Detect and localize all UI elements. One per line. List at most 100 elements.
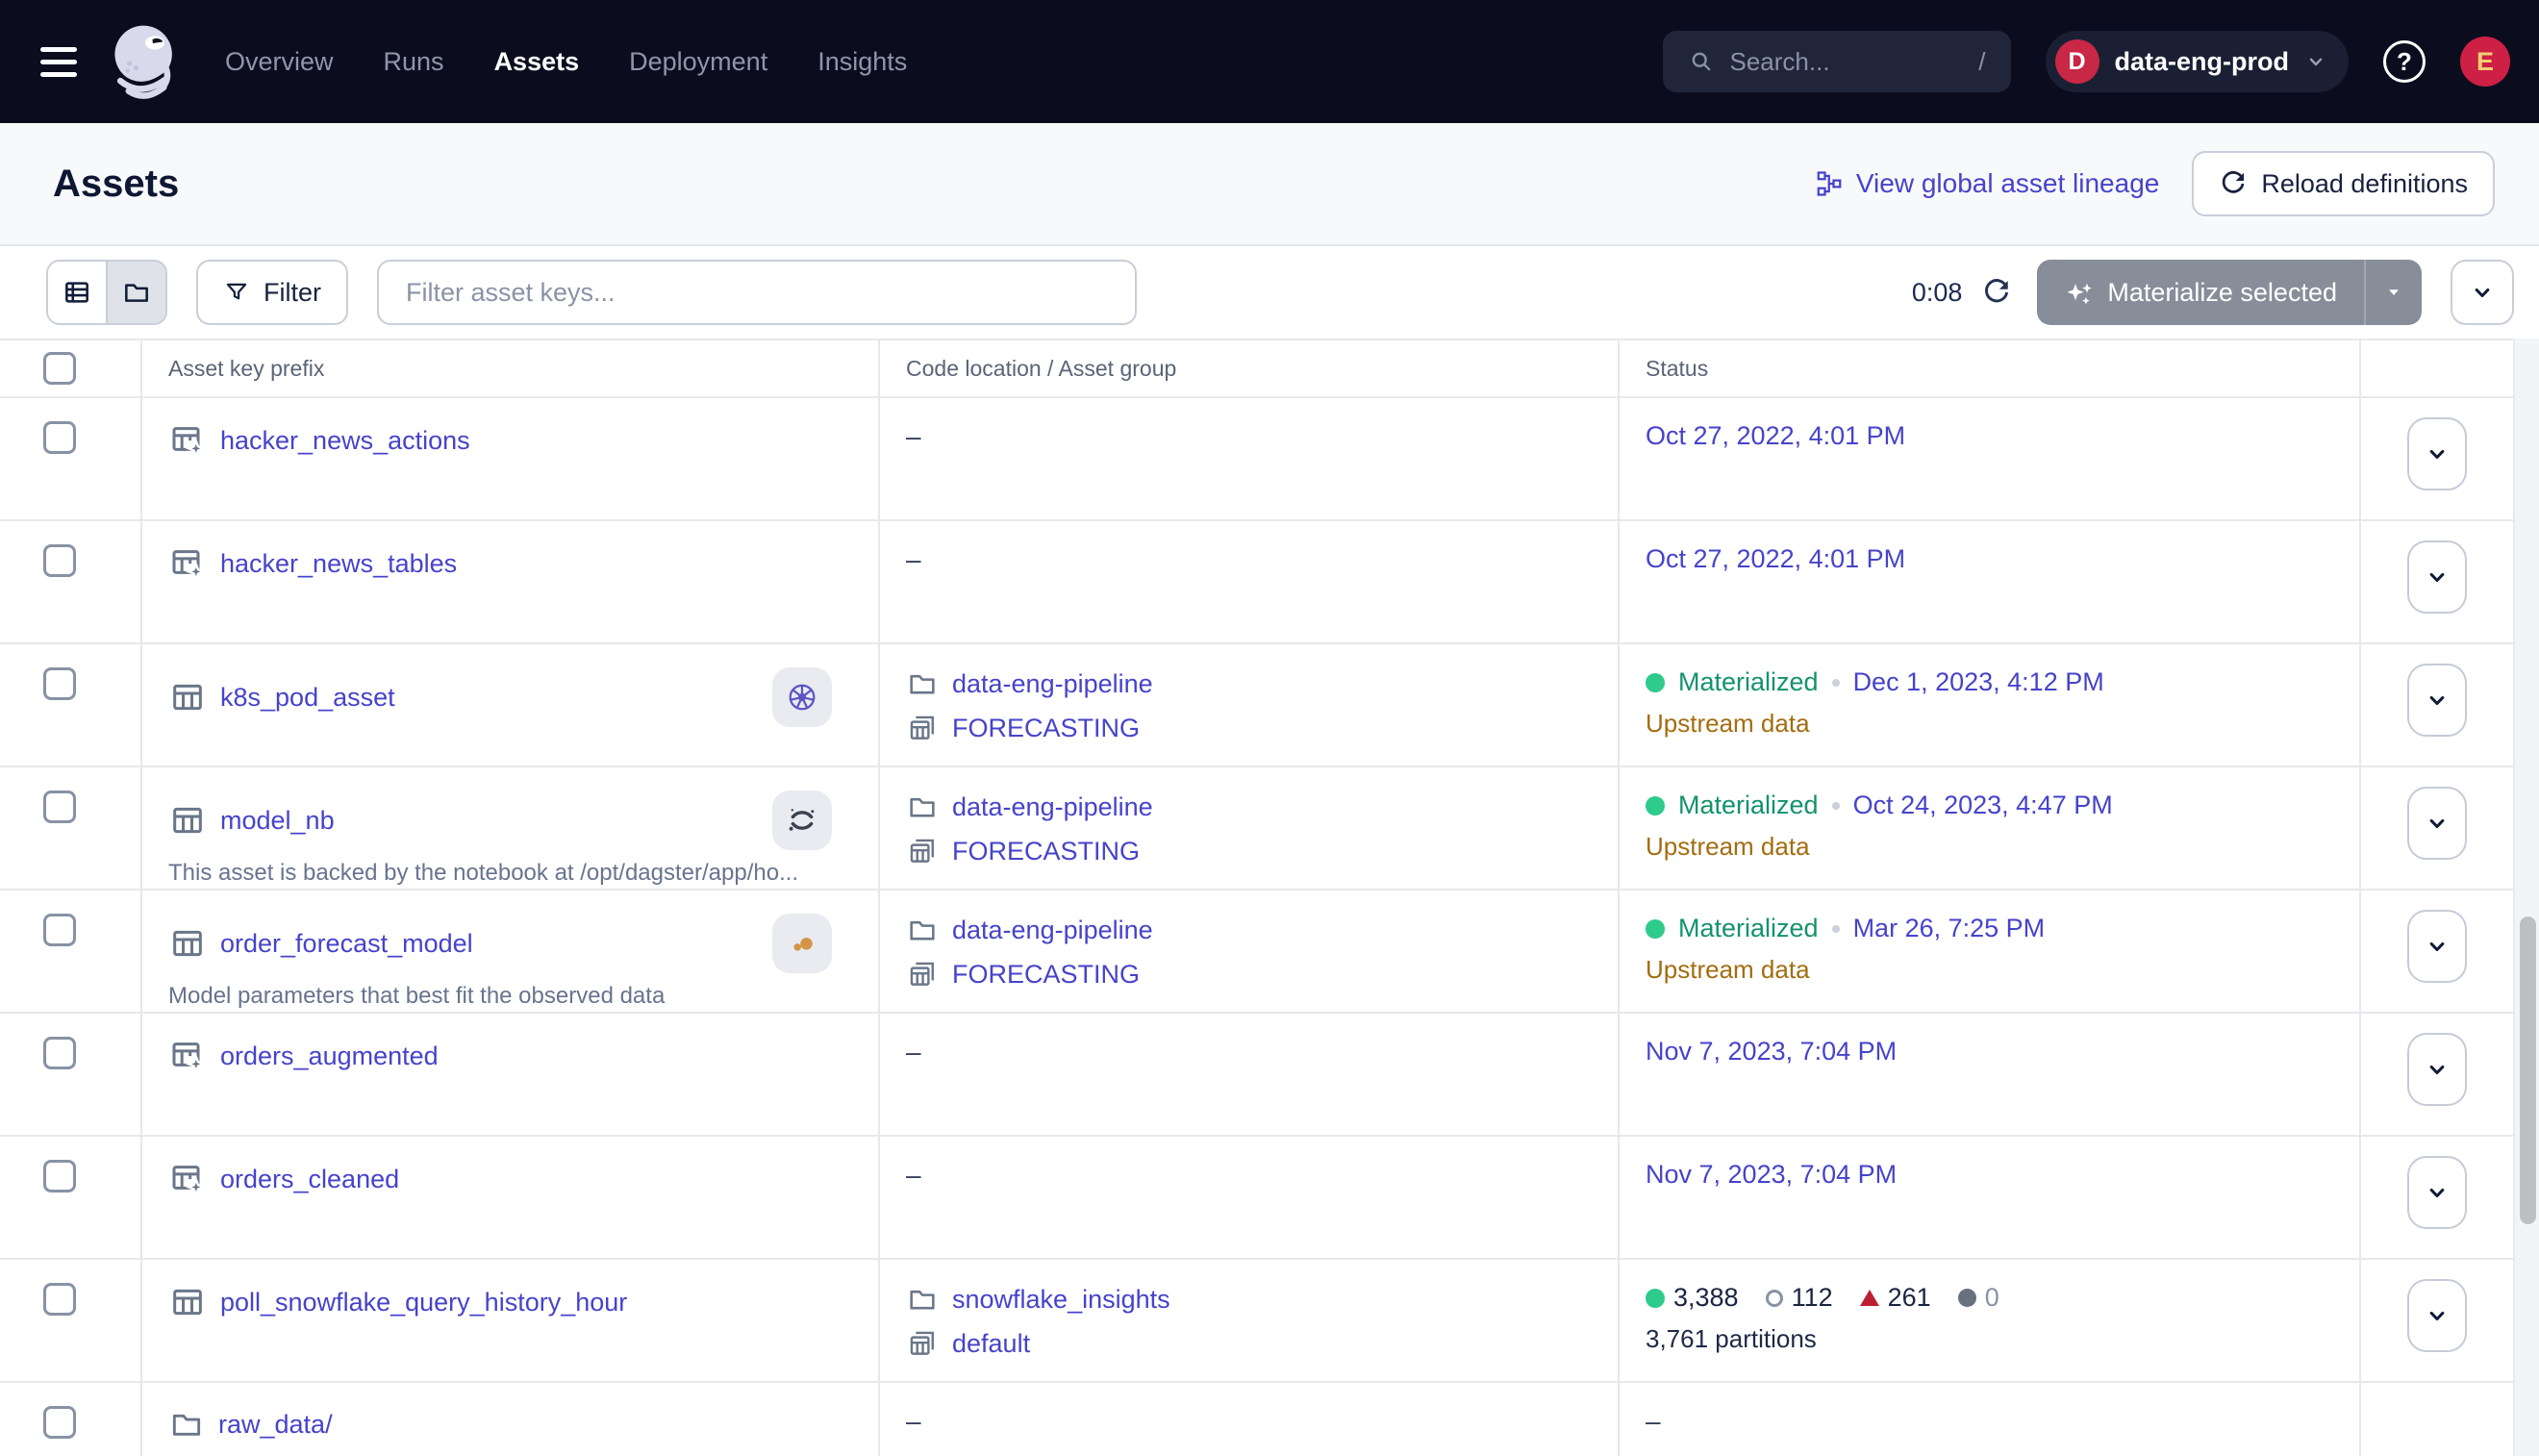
materialization-date-link[interactable]: Oct 27, 2022, 4:01 PM [1646,421,1905,451]
column-header-asset-key: Asset key prefix [168,356,324,382]
help-icon[interactable]: ? [2383,40,2426,83]
asset-key-link[interactable]: hacker_news_tables [220,549,457,579]
code-location-link[interactable]: snowflake_insights [952,1285,1170,1315]
folder-view-button[interactable] [106,262,165,323]
folder-sm-icon [906,914,939,946]
materialized-label: Materialized [1678,667,1819,697]
filter-button[interactable]: Filter [196,260,348,325]
deployment-name: data-eng-prod [2115,47,2290,77]
asset-group-link[interactable]: FORECASTING [952,837,1140,866]
row-checkbox[interactable] [43,421,76,454]
row-checkbox[interactable] [43,791,76,823]
kubernetes-icon [785,680,819,715]
filter-asset-keys-input[interactable] [377,260,1137,325]
expand-row-button[interactable] [2407,540,2467,614]
select-all-checkbox[interactable] [43,352,76,385]
asset-key-link[interactable]: poll_snowflake_query_history_hour [220,1288,627,1318]
expand-row-button[interactable] [2407,417,2467,490]
group-icon [906,835,939,867]
partition-count: 0 [1958,1283,1999,1313]
table-row: model_nbThis asset is backed by the note… [0,767,2539,891]
menu-icon[interactable] [40,47,77,77]
materialize-selected-button[interactable]: Materialize selected [2037,260,2422,325]
nav-item-runs[interactable]: Runs [384,47,444,77]
more-actions-button[interactable] [2451,260,2514,325]
refresh-icon[interactable] [1981,277,2012,308]
scrollbar-thumb[interactable] [2520,916,2536,1224]
row-checkbox[interactable] [43,914,76,946]
deployment-switcher[interactable]: D data-eng-prod [2046,31,2350,92]
code-location-link[interactable]: data-eng-pipeline [952,792,1153,822]
row-checkbox[interactable] [43,1037,76,1069]
flat-view-button[interactable] [48,262,106,323]
table-icon [168,924,207,963]
upstream-data-label: Upstream data [1646,709,2359,739]
code-location-link[interactable]: data-eng-pipeline [952,916,1153,945]
assets-toolbar: Filter 0:08 Materialize selected [0,246,2539,339]
nav-right: Search... / D data-eng-prod ? E [1663,31,2511,92]
materialization-date-link[interactable]: Dec 1, 2023, 4:12 PM [1853,667,2104,697]
asset-key-link[interactable]: model_nb [220,806,335,836]
nav-item-overview[interactable]: Overview [225,47,334,77]
compute-kind-badge [772,791,832,850]
materialized-label: Materialized [1678,914,1819,943]
triangle-red-marker [1860,1290,1879,1306]
row-checkbox[interactable] [43,544,76,577]
row-checkbox[interactable] [43,1406,76,1439]
chevron-down-icon [2304,50,2327,73]
table-icon [168,801,207,840]
asset-key-link[interactable]: orders_cleaned [220,1165,399,1194]
materialized-dot [1646,919,1665,939]
materialization-date-link[interactable]: Oct 24, 2023, 4:47 PM [1853,791,2113,820]
materialization-date-link[interactable]: Mar 26, 7:25 PM [1853,914,2046,943]
group-icon [906,712,939,744]
code-location-link[interactable]: data-eng-pipeline [952,669,1153,699]
materialized-label: Materialized [1678,791,1819,820]
asset-prefix-icon [168,1037,207,1075]
compute-kind-badge [772,667,832,727]
row-checkbox[interactable] [43,1283,76,1316]
materialize-label: Materialize selected [2107,278,2337,308]
upstream-data-label: Upstream data [1646,955,2359,985]
expand-row-button[interactable] [2407,664,2467,737]
scrollbar[interactable] [2513,339,2539,1456]
materialized-dot [1646,673,1665,692]
dagster-logo-icon[interactable] [102,17,190,106]
asset-key-link[interactable]: order_forecast_model [220,929,473,959]
empty-value: – [906,1406,921,1436]
nav-item-assets[interactable]: Assets [494,47,580,77]
page-header: Assets View global asset lineage Reload … [0,123,2539,246]
user-avatar[interactable]: E [2460,37,2510,87]
row-checkbox[interactable] [43,1160,76,1192]
search-icon [1688,48,1715,75]
expand-row-button[interactable] [2407,1156,2467,1229]
asset-group-link[interactable]: FORECASTING [952,714,1140,743]
row-checkbox[interactable] [43,667,76,700]
asset-group-link[interactable]: FORECASTING [952,960,1140,990]
expand-row-button[interactable] [2407,1279,2467,1352]
expand-row-button[interactable] [2407,787,2467,860]
asset-key-link[interactable]: hacker_news_actions [220,426,470,456]
group-icon [906,1327,939,1360]
materialization-date-link[interactable]: Oct 27, 2022, 4:01 PM [1646,544,1905,574]
global-search-input[interactable]: Search... / [1663,31,2011,92]
asset-prefix-icon [168,1160,207,1198]
partitions-total: 3,761 partitions [1646,1324,2359,1354]
materialization-date-link[interactable]: Nov 7, 2023, 7:04 PM [1646,1037,1897,1067]
nav-item-deployment[interactable]: Deployment [629,47,767,77]
asset-group-link[interactable]: default [952,1329,1030,1359]
nav-item-insights[interactable]: Insights [817,47,907,77]
expand-row-button[interactable] [2407,910,2467,983]
dot-gray-marker [1958,1289,1976,1307]
expand-row-button[interactable] [2407,1033,2467,1106]
materialized-dot [1646,796,1665,816]
asset-key-link[interactable]: orders_augmented [220,1042,439,1071]
view-global-asset-lineage-link[interactable]: View global asset lineage [1815,168,2159,199]
partition-count: 3,388 [1646,1283,1739,1313]
materialize-options-button[interactable] [2364,260,2422,325]
asset-key-link[interactable]: raw_data/ [218,1410,333,1440]
asset-key-link[interactable]: k8s_pod_asset [220,683,395,713]
materialization-date-link[interactable]: Nov 7, 2023, 7:04 PM [1646,1160,1897,1190]
plot-icon [785,926,819,961]
reload-definitions-button[interactable]: Reload definitions [2192,151,2495,216]
